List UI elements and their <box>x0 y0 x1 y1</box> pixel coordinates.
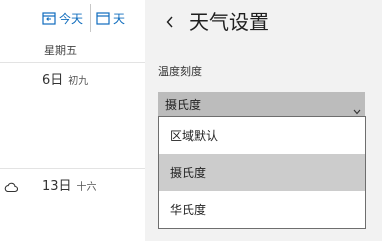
cloud-icon <box>4 178 19 197</box>
lunar-date: 十六 <box>76 182 97 193</box>
back-button[interactable] <box>159 8 181 36</box>
day-number: 6日 <box>42 73 64 88</box>
temperature-scale-select[interactable]: 摄氏度 <box>158 92 365 116</box>
day-cell[interactable]: 13日 十六 <box>42 175 97 194</box>
weather-settings-panel: 天气设置 温度刻度 摄氏度 区域默认 摄氏度 华氏度 <box>145 0 382 241</box>
today-button[interactable]: 今天 <box>42 8 83 28</box>
calendar-day-icon <box>96 11 113 25</box>
selected-value: 摄氏度 <box>165 97 202 112</box>
weekday-header: 星期五 <box>44 44 77 57</box>
option-region-default[interactable]: 区域默认 <box>159 117 365 154</box>
week-divider <box>0 62 145 63</box>
option-celsius[interactable]: 摄氏度 <box>159 154 365 191</box>
day-view-label: 天 <box>113 11 126 26</box>
today-label: 今天 <box>59 11 84 26</box>
day-view-button[interactable]: 天 <box>96 8 125 28</box>
toolbar-divider <box>90 4 91 32</box>
week-divider <box>0 168 145 169</box>
day-cell[interactable]: 6日 初九 <box>42 69 88 88</box>
chevron-left-icon <box>166 13 174 32</box>
temperature-scale-label: 温度刻度 <box>158 65 202 78</box>
option-fahrenheit[interactable]: 华氏度 <box>159 191 365 228</box>
calendar-toolbar: 今天 天 <box>0 0 145 36</box>
panel-title: 天气设置 <box>189 10 269 34</box>
lunar-date: 初九 <box>68 76 89 87</box>
temperature-scale-options: 区域默认 摄氏度 华氏度 <box>158 116 366 229</box>
calendar-today-icon <box>42 11 59 25</box>
calendar-pane: 今天 天 星期五 6日 初九 13日 十六 <box>0 0 145 241</box>
day-number: 13日 <box>42 179 72 194</box>
